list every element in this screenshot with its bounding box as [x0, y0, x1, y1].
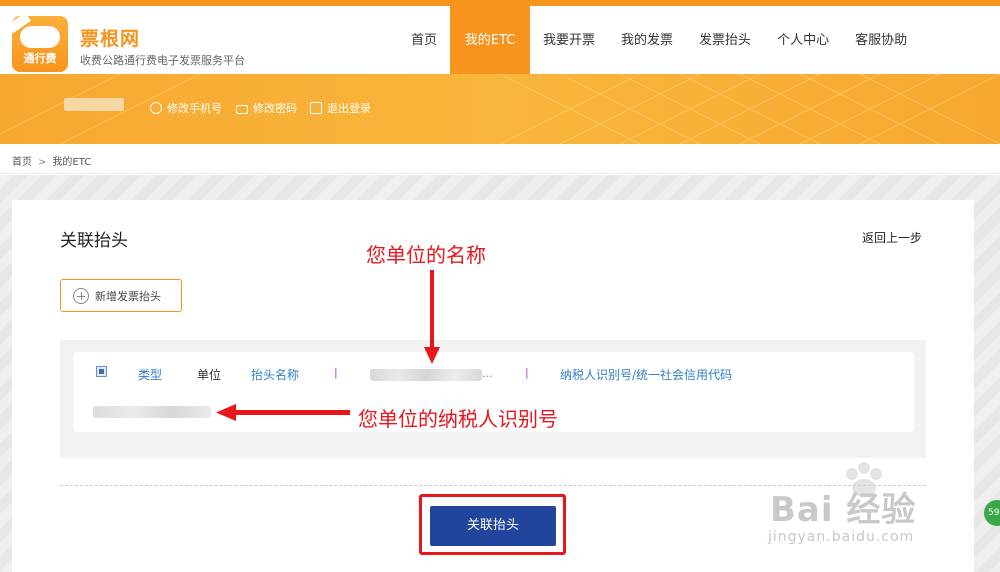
arrow-left-icon	[216, 404, 350, 421]
watermark-url: jingyan.baidu.com	[768, 529, 915, 545]
watermark-brand: Bai 经验	[770, 490, 917, 530]
arrow-down-icon	[424, 270, 440, 364]
